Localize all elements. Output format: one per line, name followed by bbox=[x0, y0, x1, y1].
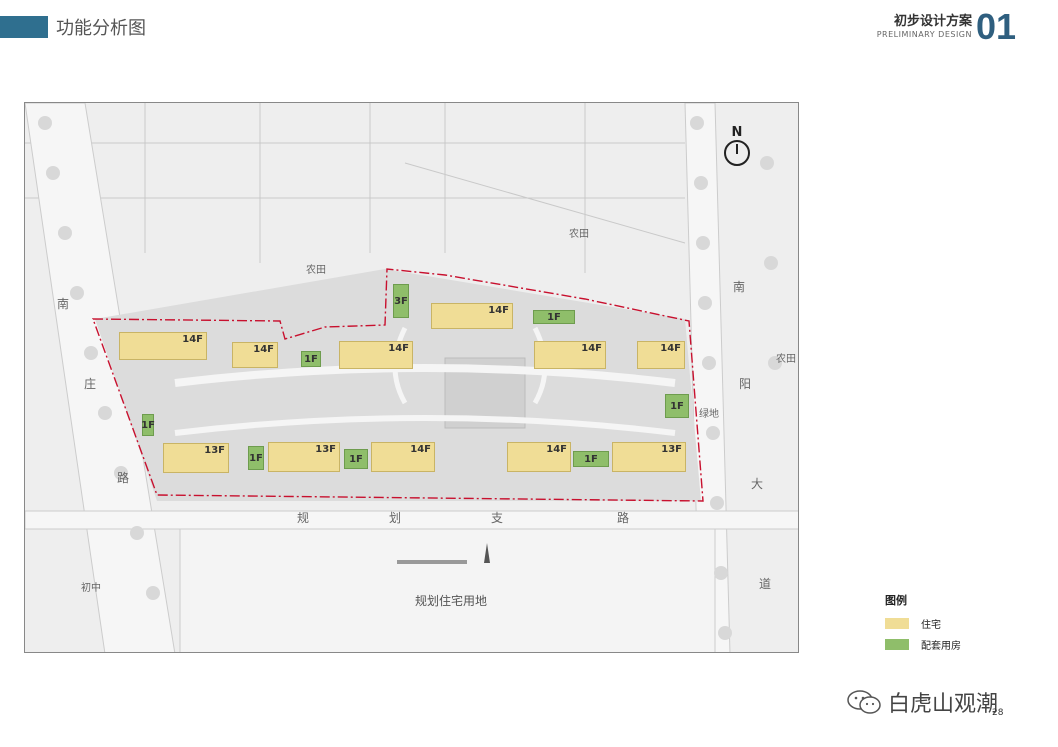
west-road-char-2: 庄 bbox=[84, 377, 97, 391]
residential-building-8: 13F bbox=[268, 442, 340, 472]
legend-title: 图例 bbox=[885, 594, 907, 607]
facility-building-3f: 3F bbox=[393, 284, 409, 318]
watermark-text: 白虎山观潮 bbox=[888, 692, 999, 717]
watermark: 白虎山观潮 bbox=[846, 686, 998, 718]
east-road-char-4: 道 bbox=[759, 577, 772, 591]
residential-building-11: 13F bbox=[612, 442, 686, 472]
section-title-en: PRELIMINARY DESIGN bbox=[876, 30, 972, 39]
east-road-char-3: 大 bbox=[751, 477, 764, 491]
residential-building-6: 14F bbox=[637, 341, 685, 369]
farmland-label-top-left: 农田 bbox=[306, 265, 326, 276]
east-road-char-1: 南 bbox=[733, 280, 746, 294]
junior-high-label: 初中 bbox=[81, 583, 101, 594]
facility-building-1f-f: 1F bbox=[344, 449, 368, 469]
south-road-char-1: 规 bbox=[297, 511, 310, 525]
section-title-cn: 初步设计方案 bbox=[893, 14, 972, 29]
residential-building-4: 14F bbox=[431, 303, 513, 329]
residential-building-7: 13F bbox=[163, 443, 229, 473]
legend-item-facility: 配套用房 bbox=[885, 637, 961, 652]
page-number: 28 bbox=[992, 708, 1004, 718]
facility-building-1f-g: 1F bbox=[573, 451, 609, 467]
legend: 图例 住宅 配套用房 bbox=[885, 592, 961, 658]
south-road-char-3: 支 bbox=[491, 511, 504, 525]
facility-building-1f-b: 1F bbox=[301, 351, 321, 367]
residential-building-5: 14F bbox=[534, 341, 606, 369]
residential-building-10: 14F bbox=[507, 442, 571, 472]
site-plan-map: N 农田 农田 农田 绿地 初中 规划住宅用地 南 庄 路 南 阳 大 道 规 … bbox=[24, 102, 799, 653]
west-road-char-1: 南 bbox=[57, 297, 70, 311]
farmland-label-top-right: 农田 bbox=[569, 229, 589, 240]
residential-building-2: 14F bbox=[232, 342, 278, 368]
south-road-char-2: 划 bbox=[389, 511, 402, 525]
header-accent-bar bbox=[0, 16, 48, 38]
residential-building-1: 14F bbox=[119, 332, 207, 360]
north-arrow: N bbox=[722, 125, 752, 166]
north-letter: N bbox=[731, 125, 743, 140]
header-section-label: 初步设计方案 PRELIMINARY DESIGN bbox=[877, 14, 972, 40]
facility-building-1f-d: 1F bbox=[665, 394, 689, 418]
facility-swatch bbox=[885, 638, 909, 650]
residential-building-3: 14F bbox=[339, 341, 413, 369]
compass-icon bbox=[724, 140, 750, 166]
page-title: 功能分析图 bbox=[56, 18, 146, 39]
planned-residential-label: 规划住宅用地 bbox=[415, 594, 488, 608]
facility-building-1f-a: 1F bbox=[533, 310, 575, 324]
site-plan-drawing bbox=[25, 103, 798, 652]
south-road-char-4: 路 bbox=[617, 511, 630, 525]
legend-item-residential: 住宅 bbox=[885, 616, 961, 631]
greenland-label: 绿地 bbox=[699, 409, 719, 420]
legend-label-residential: 住宅 bbox=[921, 619, 941, 631]
legend-label-facility: 配套用房 bbox=[921, 640, 961, 652]
facility-building-1f-c: 1F bbox=[141, 414, 155, 436]
wechat-icon bbox=[847, 690, 881, 714]
west-road-char-3: 路 bbox=[117, 471, 130, 485]
residential-swatch bbox=[885, 617, 909, 629]
facility-building-1f-e: 1F bbox=[248, 446, 264, 470]
farmland-label-right: 农田 bbox=[776, 354, 796, 365]
east-road-char-2: 阳 bbox=[739, 377, 752, 391]
section-number: 01 bbox=[976, 6, 1017, 47]
residential-building-9: 14F bbox=[371, 442, 435, 472]
